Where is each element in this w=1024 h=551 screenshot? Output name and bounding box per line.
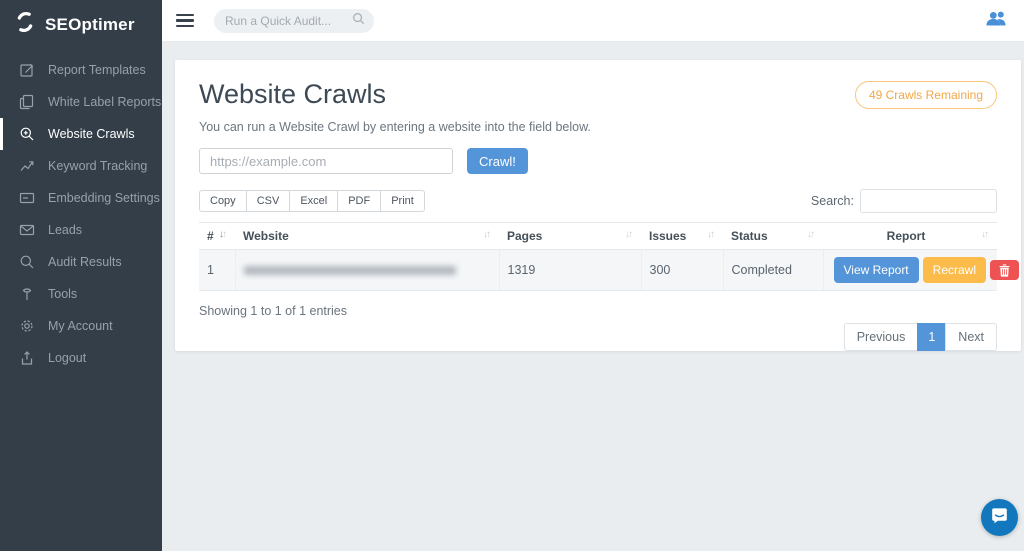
cell-issues: 300	[641, 250, 723, 291]
chat-widget-button[interactable]	[981, 499, 1018, 536]
search-icon	[352, 12, 365, 30]
pdf-button[interactable]: PDF	[337, 190, 381, 212]
page-title: Website Crawls	[199, 76, 386, 112]
sidebar-item-label: Leads	[48, 223, 82, 237]
seoptimer-logo-icon	[13, 10, 37, 39]
trend-icon	[19, 158, 35, 174]
sidebar-item-tools[interactable]: Tools	[0, 278, 162, 310]
table-row: 1 1319 300 Completed View ReportRecrawl	[199, 250, 997, 291]
sidebar-item-label: Logout	[48, 351, 86, 365]
sidebar-item-my-account[interactable]: My Account	[0, 310, 162, 342]
sort-icon: ↓↑	[219, 229, 227, 240]
hamburger-menu-icon[interactable]	[176, 11, 194, 30]
csv-button[interactable]: CSV	[246, 190, 291, 212]
sort-icon: ↓↑	[625, 229, 633, 240]
cell-pages: 1319	[499, 250, 641, 291]
sidebar: SEOptimer Report Templates White Label R…	[0, 0, 162, 551]
quick-audit-search[interactable]	[214, 9, 374, 33]
column-header-rank[interactable]: # ↓↑	[199, 223, 235, 250]
table-search-label: Search:	[811, 194, 854, 208]
sidebar-item-leads[interactable]: Leads	[0, 214, 162, 246]
export-button-group: Copy CSV Excel PDF Print	[199, 190, 425, 212]
view-report-button[interactable]: View Report	[834, 257, 919, 283]
table-header-row: # ↓↑ Website ↓↑ Pages ↓↑ Issues	[199, 223, 997, 250]
sidebar-nav: Report Templates White Label Reports Web…	[0, 47, 162, 374]
crawls-table: # ↓↑ Website ↓↑ Pages ↓↑ Issues	[199, 222, 997, 291]
table-summary: Showing 1 to 1 of 1 entries	[199, 304, 997, 318]
sidebar-item-label: White Label Reports	[48, 95, 161, 109]
sidebar-item-label: Keyword Tracking	[48, 159, 147, 173]
sidebar-item-embedding-settings[interactable]: Embedding Settings	[0, 182, 162, 214]
website-url-input[interactable]	[199, 148, 453, 174]
column-header-report[interactable]: Report ↓↑	[823, 223, 997, 250]
sidebar-item-website-crawls[interactable]: Website Crawls	[0, 118, 162, 150]
cell-status: Completed	[723, 250, 823, 291]
users-icon[interactable]	[985, 10, 1008, 32]
cell-website	[235, 250, 499, 291]
sidebar-item-label: Audit Results	[48, 255, 122, 269]
logout-icon	[19, 350, 35, 366]
column-header-status[interactable]: Status ↓↑	[723, 223, 823, 250]
sort-icon: ↓↑	[483, 229, 491, 240]
envelope-icon	[19, 222, 35, 238]
gear-icon	[19, 318, 35, 334]
next-page-button[interactable]: Next	[945, 323, 997, 351]
copy-button[interactable]: Copy	[199, 190, 247, 212]
recrawl-button[interactable]: Recrawl	[923, 257, 986, 283]
website-crawls-card: Website Crawls 49 Crawls Remaining You c…	[175, 60, 1021, 351]
crawl-button[interactable]: Crawl!	[467, 148, 528, 174]
seoptimer-logo[interactable]: SEOptimer	[0, 0, 162, 47]
sidebar-item-white-label-reports[interactable]: White Label Reports	[0, 86, 162, 118]
edit-icon	[19, 62, 35, 78]
table-toolbar: Copy CSV Excel PDF Print Search:	[199, 189, 997, 213]
delete-button[interactable]	[990, 260, 1019, 280]
quick-audit-input[interactable]	[225, 14, 352, 28]
sidebar-item-label: Website Crawls	[48, 127, 135, 141]
website-url-redacted	[244, 266, 456, 275]
pages-icon	[19, 94, 35, 110]
chat-bubble-icon	[990, 506, 1009, 530]
hammer-icon	[19, 286, 35, 302]
cell-report-actions: View ReportRecrawl	[823, 250, 997, 291]
zoom-plus-icon	[19, 126, 35, 142]
sidebar-item-label: My Account	[48, 319, 113, 333]
sidebar-item-label: Embedding Settings	[48, 191, 160, 205]
page-1-button[interactable]: 1	[917, 323, 946, 351]
topbar	[162, 0, 1024, 42]
column-header-issues[interactable]: Issues ↓↑	[641, 223, 723, 250]
sort-icon: ↓↑	[807, 229, 815, 240]
trash-icon	[999, 264, 1010, 277]
sort-icon: ↓↑	[707, 229, 715, 240]
sidebar-item-label: Tools	[48, 287, 77, 301]
sidebar-item-report-templates[interactable]: Report Templates	[0, 54, 162, 86]
content: Website Crawls 49 Crawls Remaining You c…	[162, 42, 1024, 551]
table-search-input[interactable]	[860, 189, 997, 213]
pagination: Previous 1 Next	[199, 323, 997, 351]
excel-button[interactable]: Excel	[289, 190, 338, 212]
embed-icon	[19, 190, 35, 206]
column-header-pages[interactable]: Pages ↓↑	[499, 223, 641, 250]
page-subtitle: You can run a Website Crawl by entering …	[199, 120, 997, 134]
sidebar-item-keyword-tracking[interactable]: Keyword Tracking	[0, 150, 162, 182]
search-icon	[19, 254, 35, 270]
sort-icon: ↓↑	[981, 229, 989, 240]
previous-page-button[interactable]: Previous	[844, 323, 919, 351]
print-button[interactable]: Print	[380, 190, 425, 212]
main-area: Website Crawls 49 Crawls Remaining You c…	[162, 0, 1024, 551]
crawl-form: Crawl!	[199, 148, 997, 174]
crawls-remaining-badge: 49 Crawls Remaining	[855, 81, 997, 109]
sidebar-item-logout[interactable]: Logout	[0, 342, 162, 374]
column-header-website[interactable]: Website ↓↑	[235, 223, 499, 250]
seoptimer-logo-text: SEOptimer	[45, 15, 135, 35]
cell-rank: 1	[199, 250, 235, 291]
sidebar-item-label: Report Templates	[48, 63, 146, 77]
sidebar-item-audit-results[interactable]: Audit Results	[0, 246, 162, 278]
